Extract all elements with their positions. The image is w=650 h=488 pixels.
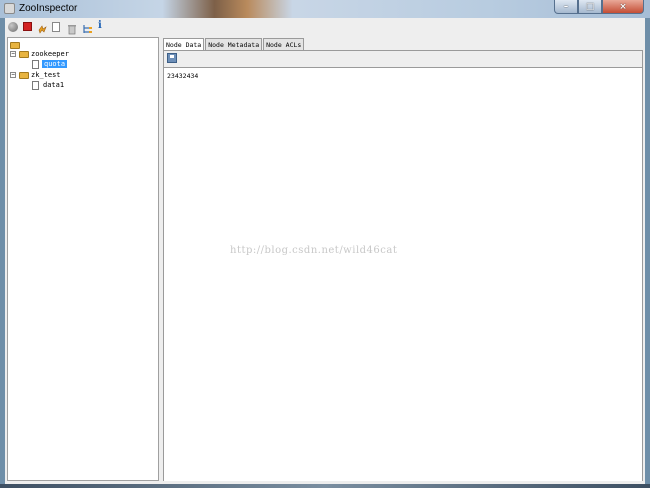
minimize-icon: – <box>563 1 569 12</box>
folder-icon <box>10 41 20 49</box>
node-data-editor[interactable]: 23432434 <box>164 67 642 481</box>
change-viewers-icon[interactable] <box>82 22 92 33</box>
tree-node-label: zookeeper <box>31 50 69 58</box>
window-controls: – □ × <box>554 0 644 14</box>
add-node-icon[interactable] <box>52 22 60 32</box>
window-title: ZooInspector <box>19 3 78 14</box>
minimize-button[interactable]: – <box>554 0 578 14</box>
collapse-toggle-icon[interactable]: − <box>10 72 16 78</box>
maximize-button[interactable]: □ <box>578 0 602 14</box>
disconnect-icon[interactable] <box>23 22 32 31</box>
tree-node-quota[interactable]: quota <box>32 59 68 69</box>
toolbar: i <box>5 18 645 36</box>
watermark-text: http://blog.csdn.net/wild46cat <box>230 245 398 256</box>
connect-icon[interactable] <box>8 22 18 32</box>
node-data-panel: 23432434 <box>163 50 643 481</box>
close-button[interactable]: × <box>602 0 644 14</box>
close-icon: × <box>619 1 627 12</box>
refresh-icon[interactable] <box>37 22 47 34</box>
tree-node-zookeeper[interactable]: − zookeeper <box>10 49 69 59</box>
tree-node-zk-test[interactable]: − zk_test <box>10 70 61 80</box>
title-bar: ZooInspector – □ × <box>0 0 650 18</box>
folder-icon <box>19 50 29 58</box>
tab-node-metadata[interactable]: Node Metadata <box>205 38 263 50</box>
collapse-toggle-icon[interactable]: − <box>10 51 16 57</box>
tree-node-data1[interactable]: data1 <box>32 80 64 90</box>
app-icon <box>4 3 15 14</box>
tree-node-label: data1 <box>43 81 65 89</box>
node-tree-panel: − zookeeper quota − zk_test data1 <box>7 37 159 481</box>
tab-node-acls[interactable]: Node ACLs <box>263 38 305 50</box>
delete-node-icon[interactable] <box>67 22 77 35</box>
folder-icon <box>19 71 29 79</box>
node-data-value[interactable]: 23432434 <box>167 72 198 80</box>
save-icon[interactable] <box>167 53 177 63</box>
maximize-icon: □ <box>585 1 595 12</box>
about-icon[interactable]: i <box>98 21 108 31</box>
tree-node-label: quota <box>42 60 68 68</box>
tree-node-label: zk_test <box>31 71 61 79</box>
file-icon <box>32 59 39 69</box>
file-icon <box>32 80 39 90</box>
window-bottom-edge <box>0 484 650 488</box>
